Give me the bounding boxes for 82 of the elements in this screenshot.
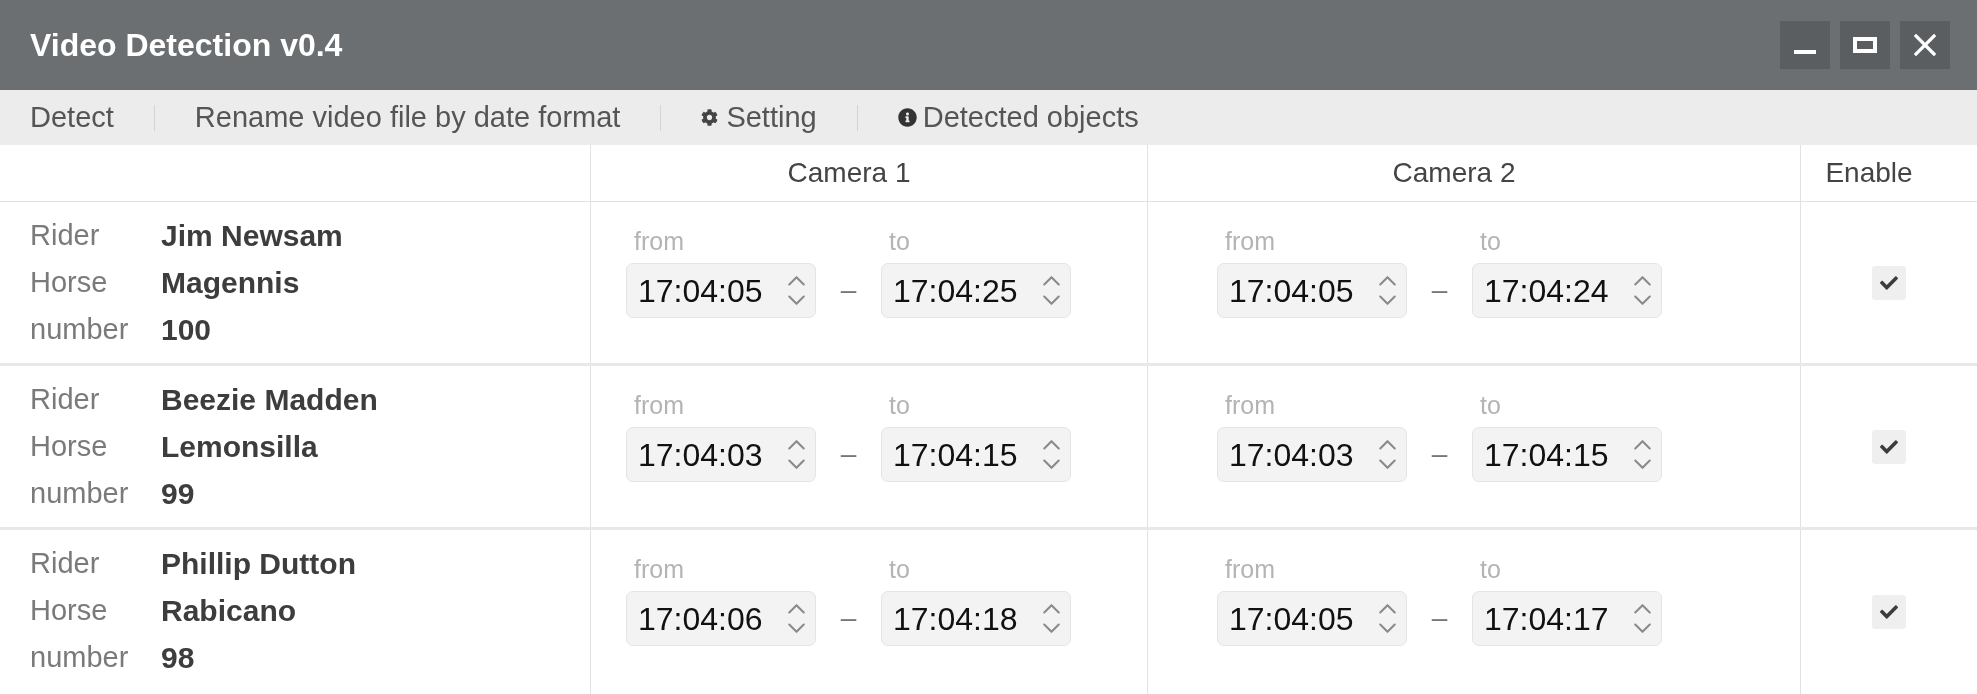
field-label: from [1224,554,1275,584]
range-dash: – [840,273,857,307]
stepper-icon[interactable] [1379,440,1396,469]
field-label: from [633,390,684,420]
stepper-icon[interactable] [788,440,805,469]
checkbox[interactable] [1872,429,1906,464]
check-icon [1878,437,1900,456]
time-field[interactable]: 17:04:05 [1217,591,1407,646]
maximize-button[interactable] [1840,21,1890,69]
field-label: to [888,226,910,256]
stepper-icon[interactable] [1634,440,1651,469]
stepper-icon[interactable] [1043,276,1060,305]
detail-value: Lemonsilla [161,429,319,465]
field-label: from [1224,226,1275,256]
stepper-icon[interactable] [1634,276,1651,305]
menu-item[interactable]: Setting [681,95,837,140]
detail-value: 98 [161,640,196,676]
detail-label: Rider [30,217,101,253]
field-label: to [1479,554,1501,584]
detail-label: Horse [30,592,109,628]
minimize-icon [1794,50,1816,54]
field-label: to [888,390,910,420]
detail-label: number [30,639,130,675]
detail-label: number [30,311,130,347]
info-icon [897,108,917,127]
field-label: to [1479,226,1501,256]
time-field[interactable]: 17:04:15 [1472,427,1662,482]
menu-item[interactable]: Rename video file by date format [174,95,641,140]
time-field[interactable]: 17:04:06 [626,591,816,646]
field-label: from [633,554,684,584]
detail-value: Magennis [161,265,301,301]
checkbox[interactable] [1872,265,1906,300]
detail-label: number [30,475,130,511]
stepper-icon[interactable] [1379,604,1396,633]
detail-label: Horse [30,428,109,464]
field-label: from [633,226,684,256]
menu-item[interactable]: Detected objects [877,95,1159,140]
minimize-button[interactable] [1780,21,1830,69]
stepper-icon[interactable] [1043,440,1060,469]
detail-value: 100 [161,312,213,348]
detail-value: 99 [161,476,196,512]
stepper-icon[interactable] [788,276,805,305]
range-dash: – [840,437,857,471]
range-dash: – [1431,437,1448,471]
maximize-icon [1853,37,1877,53]
detail-label: Horse [30,264,109,300]
close-button[interactable] [1900,21,1950,69]
column-header: Camera 1 [787,156,911,190]
menu-item[interactable]: Detect [10,95,134,140]
check-icon [1878,603,1900,621]
detail-label: Rider [30,381,101,417]
field-label: to [888,554,910,584]
stepper-icon[interactable] [1634,604,1651,633]
column-header: Camera 2 [1392,156,1516,190]
time-field[interactable]: 17:04:03 [626,427,816,482]
gear-icon [701,109,719,126]
time-field[interactable]: 17:04:05 [1217,263,1407,318]
stepper-icon[interactable] [1043,604,1060,633]
time-field[interactable]: 17:04:15 [881,427,1071,482]
detail-value: Beezie Madden [161,382,378,418]
time-field[interactable]: 17:04:25 [881,263,1071,318]
check-icon [1878,273,1900,292]
detail-value: Rabicano [161,593,298,629]
time-field[interactable]: 17:04:17 [1472,591,1662,646]
time-field[interactable]: 17:04:05 [626,263,816,318]
field-label: to [1479,390,1501,420]
detail-label: Rider [30,545,101,581]
range-dash: – [840,601,857,635]
range-dash: – [1431,601,1448,635]
time-field[interactable]: 17:04:18 [881,591,1071,646]
stepper-icon[interactable] [1379,276,1396,305]
close-icon [1914,34,1936,56]
detail-value: Jim Newsam [161,218,343,254]
time-field[interactable]: 17:04:03 [1217,427,1407,482]
time-field[interactable]: 17:04:24 [1472,263,1662,318]
range-dash: – [1431,273,1448,307]
column-header: Enable [1825,156,1913,190]
window-title: Video Detection v0.4 [30,26,343,65]
checkbox[interactable] [1872,595,1906,629]
field-label: from [1224,390,1275,420]
stepper-icon[interactable] [788,604,805,633]
detail-value: Phillip Dutton [161,546,356,582]
